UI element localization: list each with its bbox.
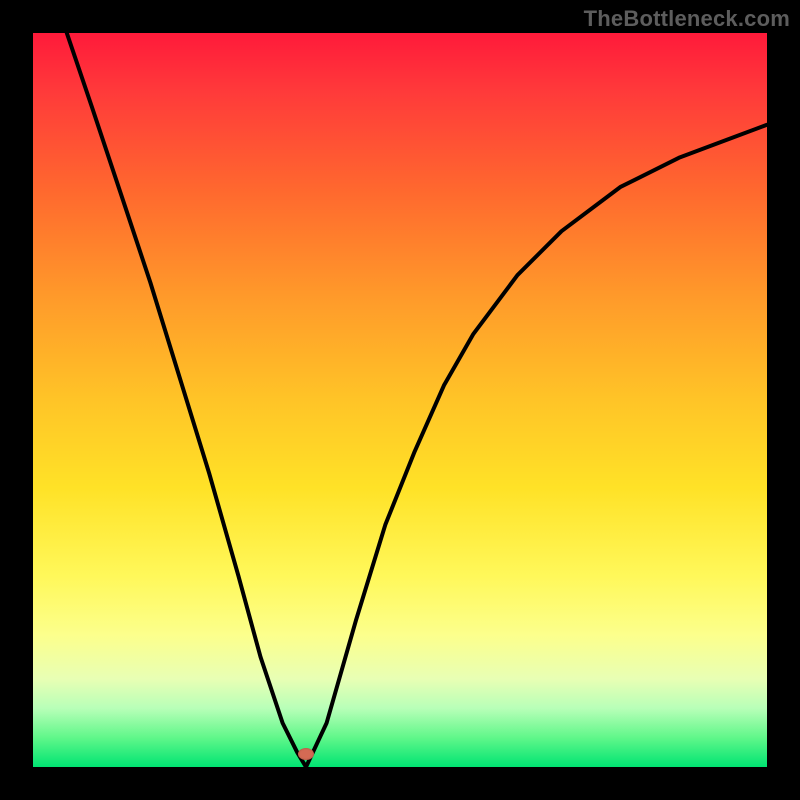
chart-frame: TheBottleneck.com <box>0 0 800 800</box>
watermark-text: TheBottleneck.com <box>584 6 790 32</box>
optimal-point-marker <box>298 748 314 760</box>
chart-gradient-background <box>33 33 767 767</box>
